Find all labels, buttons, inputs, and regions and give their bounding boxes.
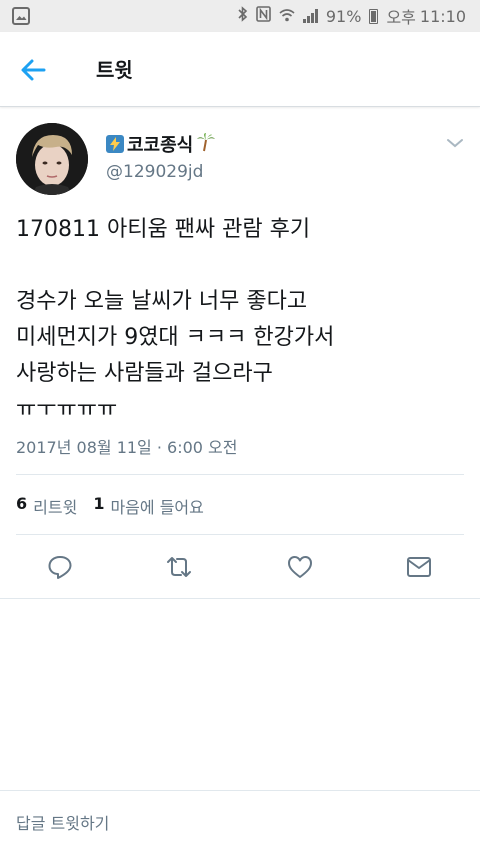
tweet-text-line: 미세먼지가 9였대 ㅋㅋㅋ 한강가서 — [16, 325, 335, 350]
status-bar: 91% 오후 11:10 — [0, 0, 480, 32]
tweet-options-button[interactable] — [446, 134, 464, 153]
top-app-bar: 트윗 — [0, 32, 480, 107]
signal-icon — [302, 9, 318, 23]
share-via-message-button[interactable] — [402, 548, 436, 586]
tweet-stats: 6 리트윗 1 마음에 들어요 — [16, 494, 214, 518]
retweet-button[interactable] — [162, 548, 196, 586]
back-button[interactable] — [18, 52, 58, 86]
tweet-text: 170811 아티움 팬싸 관람 후기 경수가 오늘 날씨가 너무 좋다고 미세… — [16, 212, 466, 428]
page-title: 트윗 — [96, 58, 133, 82]
battery-icon — [369, 8, 379, 24]
likes-stat[interactable]: 1 마음에 들어요 — [93, 494, 204, 518]
heart-icon — [288, 556, 312, 578]
divider — [0, 790, 480, 791]
battery-percent: 91% — [325, 6, 362, 26]
divider — [0, 598, 480, 599]
divider — [16, 534, 464, 535]
zap-icon — [106, 135, 124, 153]
bluetooth-icon — [238, 6, 248, 26]
tweet-text-line: ㅠㅜㅠㅠㅠ — [16, 397, 118, 422]
tweet-actions — [0, 548, 480, 586]
status-ampm: 오후 — [386, 8, 416, 27]
retweet-icon — [167, 557, 191, 577]
tweet-text-line — [16, 248, 466, 284]
likes-count: 1 — [93, 494, 105, 513]
retweets-stat[interactable]: 6 리트윗 — [16, 494, 77, 518]
username[interactable]: @129029jd — [106, 162, 203, 182]
back-arrow-icon — [21, 59, 46, 81]
nfc-icon — [256, 6, 271, 26]
avatar[interactable] — [16, 123, 88, 195]
retweets-count: 6 — [16, 494, 28, 513]
display-name[interactable]: 코코종식 — [106, 131, 216, 157]
reply-icon — [48, 556, 72, 579]
palm-tree-icon — [196, 132, 216, 157]
chevron-down-icon — [447, 139, 463, 148]
display-name-text: 코코종식 — [127, 135, 194, 156]
tweet-timestamp[interactable]: 2017년 08월 11일 · 6:00 오전 — [16, 434, 237, 458]
tweet-text-line: 170811 아티움 팬싸 관람 후기 — [16, 217, 311, 242]
reply-button[interactable] — [43, 548, 77, 586]
reply-input[interactable]: 답글 트윗하기 — [16, 810, 109, 834]
like-button[interactable] — [283, 548, 317, 586]
retweets-label: 리트윗 — [33, 498, 78, 517]
gallery-icon — [12, 7, 30, 29]
tweet-text-line: 경수가 오늘 날씨가 너무 좋다고 — [16, 289, 308, 314]
likes-label: 마음에 들어요 — [110, 498, 204, 517]
tweet-text-line: 사랑하는 사람들과 걸으라구 — [16, 361, 273, 386]
status-time: 11:10 — [419, 6, 466, 26]
envelope-icon — [407, 557, 431, 577]
wifi-icon — [279, 7, 295, 26]
divider — [16, 474, 464, 475]
